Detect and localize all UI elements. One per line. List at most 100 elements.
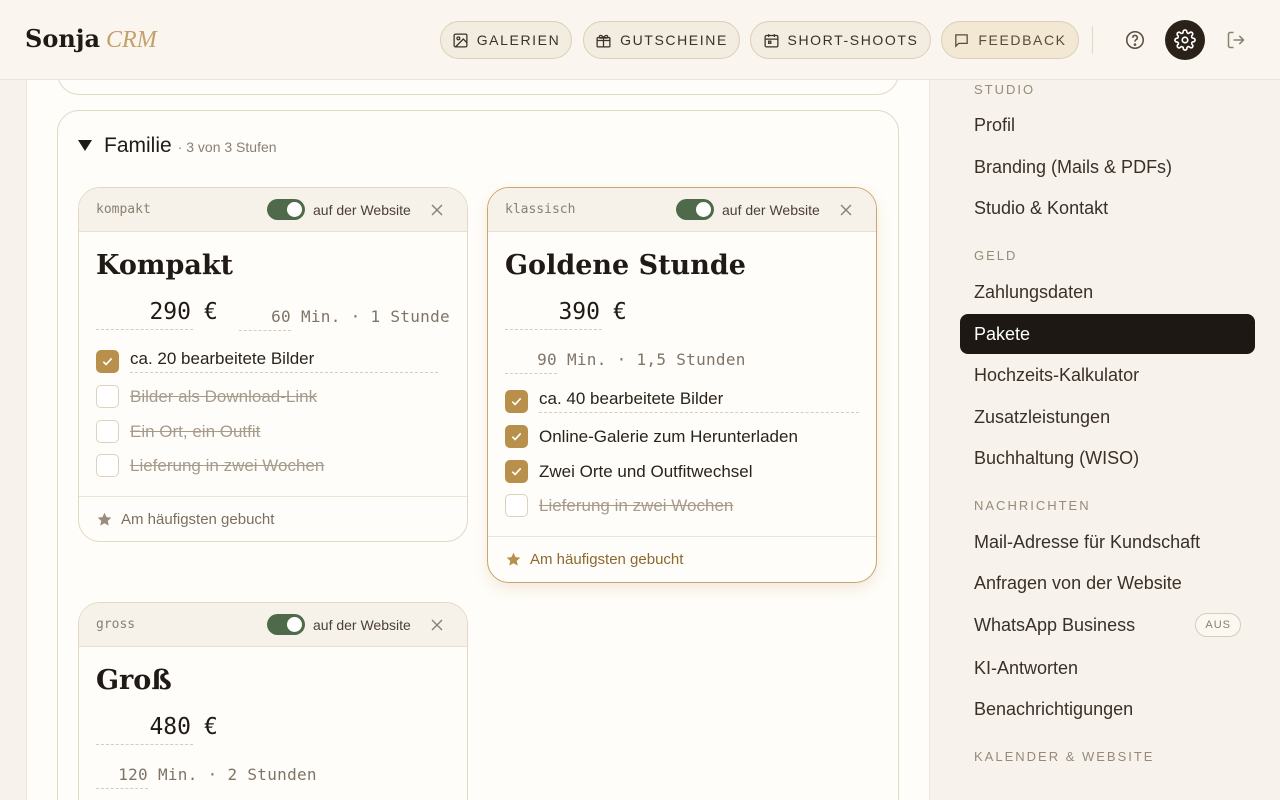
- price-input[interactable]: 390: [505, 299, 602, 330]
- website-toggle[interactable]: [267, 199, 305, 220]
- feature-checkbox[interactable]: [96, 454, 119, 477]
- sidebar-item-label: Zahlungsdaten: [974, 282, 1094, 302]
- nav-gutscheine-button[interactable]: GUTSCHEINE: [583, 21, 740, 59]
- feature-text[interactable]: Online-Galerie zum Herunterladen: [539, 427, 798, 447]
- feature-checkbox[interactable]: [505, 494, 528, 517]
- package-slug[interactable]: kompakt: [96, 202, 151, 217]
- sidebar-item-zusatzleistungen[interactable]: Zusatzleistungen: [960, 397, 1255, 437]
- feature-text[interactable]: Zwei Orte und Outfitwechsel: [539, 462, 753, 482]
- feature-text[interactable]: ca. 20 bearbeitete Bilder: [130, 349, 438, 373]
- package-card-header: klassisch auf der Website: [488, 188, 876, 232]
- sidebar-item-buchhaltung[interactable]: Buchhaltung (WISO): [960, 438, 1255, 478]
- nav-short-shoots-button[interactable]: SHORT-SHOOTS: [750, 21, 931, 59]
- settings-sidebar: STUDIO Profil Branding (Mails & PDFs) St…: [931, 80, 1280, 800]
- package-footer[interactable]: Am häufigsten gebucht: [79, 496, 467, 541]
- feature-text[interactable]: Lieferung in zwei Wochen: [130, 456, 324, 476]
- check-icon: [511, 397, 522, 406]
- sidebar-section-nachrichten: NACHRICHTEN: [974, 498, 1091, 513]
- price-input[interactable]: 480: [96, 714, 193, 745]
- feature-item: Zwei Orte und Outfitwechsel: [505, 460, 753, 483]
- feature-checkbox[interactable]: [505, 425, 528, 448]
- check-icon: [102, 357, 113, 366]
- package-footer[interactable]: Am häufigsten gebucht: [488, 536, 876, 582]
- nav-galerien-button[interactable]: GALERIEN: [440, 21, 572, 59]
- feature-checkbox[interactable]: [96, 385, 119, 408]
- package-name[interactable]: Goldene Stunde: [505, 250, 746, 281]
- package-price: 290 €: [96, 299, 218, 330]
- sidebar-item-hochzeits-kalkulator[interactable]: Hochzeits-Kalkulator: [960, 355, 1255, 395]
- package-card-klassisch: klassisch auf der Website Goldene Stunde…: [487, 187, 877, 583]
- hours-label: · 2 Stunden: [207, 765, 317, 784]
- brand-name: Sonja: [25, 24, 101, 53]
- most-booked-label: Am häufigsten gebucht: [121, 511, 275, 528]
- package-slug[interactable]: gross: [96, 617, 135, 632]
- sidebar-item-anfragen[interactable]: Anfragen von der Website: [960, 563, 1255, 603]
- caret-down-icon[interactable]: [78, 140, 92, 151]
- feature-item: Online-Galerie zum Herunterladen: [505, 425, 798, 448]
- group-title: Familie: [104, 134, 172, 157]
- feature-text[interactable]: Ein Ort, ein Outfit: [130, 422, 260, 442]
- sidebar-item-label: Pakete: [974, 324, 1031, 344]
- sidebar-item-label: WhatsApp Business: [974, 615, 1136, 635]
- minutes-unit: Min.: [157, 765, 198, 784]
- sidebar-item-label: Mail-Adresse für Kundschaft: [974, 532, 1201, 552]
- close-icon[interactable]: [429, 617, 445, 633]
- sidebar-item-pakete[interactable]: Pakete: [960, 314, 1255, 354]
- sidebar-item-label: Profil: [974, 115, 1016, 135]
- gift-icon: [596, 34, 611, 48]
- sidebar-item-mail-adresse[interactable]: Mail-Adresse für Kundschaft: [960, 522, 1255, 562]
- nav-feedback-label: FEEDBACK: [978, 32, 1067, 48]
- sidebar-section-kalender-website: KALENDER & WEBSITE: [974, 749, 1155, 764]
- sidebar-item-benachrichtigungen[interactable]: Benachrichtigungen: [960, 689, 1255, 729]
- sidebar-item-profil[interactable]: Profil: [960, 105, 1255, 145]
- feature-text[interactable]: ca. 40 bearbeitete Bilder: [539, 389, 859, 413]
- nav-short-shoots-label: SHORT-SHOOTS: [787, 32, 919, 48]
- feature-checkbox[interactable]: [96, 420, 119, 443]
- brand-sub: CRM: [106, 27, 157, 53]
- sidebar-item-label: KI-Antworten: [974, 658, 1079, 678]
- currency-symbol: €: [204, 299, 218, 325]
- website-toggle[interactable]: [267, 614, 305, 635]
- close-icon[interactable]: [429, 202, 445, 218]
- package-price: 390 €: [505, 299, 627, 330]
- feature-item: Lieferung in zwei Wochen: [505, 494, 733, 517]
- website-toggle[interactable]: [676, 199, 714, 220]
- logout-button[interactable]: [1221, 25, 1251, 55]
- settings-button[interactable]: [1165, 20, 1205, 60]
- package-name[interactable]: Groß: [96, 665, 172, 696]
- sidebar-item-ki-antworten[interactable]: KI-Antworten: [960, 648, 1255, 688]
- help-button[interactable]: [1120, 25, 1150, 55]
- sidebar-item-zahlungsdaten[interactable]: Zahlungsdaten: [960, 272, 1255, 312]
- price-input[interactable]: 290: [96, 299, 193, 330]
- image-icon: [453, 32, 468, 48]
- minutes-input[interactable]: 60: [239, 307, 291, 331]
- package-name[interactable]: Kompakt: [96, 250, 233, 281]
- package-card-header: gross auf der Website: [79, 603, 467, 647]
- minutes-input[interactable]: 90: [505, 350, 557, 374]
- package-card-gross: gross auf der Website Groß 480 € 120 Min.…: [78, 602, 468, 800]
- sidebar-item-studio-kontakt[interactable]: Studio & Kontakt: [960, 188, 1255, 228]
- sidebar-item-whatsapp[interactable]: WhatsApp Business AUS: [960, 605, 1255, 645]
- sidebar-item-label: Anfragen von der Website: [974, 573, 1182, 593]
- close-icon[interactable]: [838, 202, 854, 218]
- nav-feedback-button[interactable]: FEEDBACK: [941, 21, 1079, 59]
- group-header[interactable]: Familie · 3 von 3 Stufen: [78, 134, 277, 158]
- package-card-kompakt: kompakt auf der Website Kompakt 290 € 60 …: [78, 187, 468, 542]
- website-toggle-label: auf der Website: [313, 202, 411, 218]
- top-bar: Sonja CRM GALERIEN GUTSCHEINE SHORT-SHOOT…: [0, 0, 1280, 80]
- feature-checkbox[interactable]: [96, 349, 119, 373]
- sidebar-item-label: Branding (Mails & PDFs): [974, 157, 1173, 177]
- sidebar-item-label: Buchhaltung (WISO): [974, 448, 1140, 468]
- feature-text[interactable]: Lieferung in zwei Wochen: [539, 496, 733, 516]
- package-duration: 60 Min. · 1 Stunde: [239, 307, 450, 331]
- header-divider: [1092, 26, 1093, 54]
- feature-text[interactable]: Bilder als Download-Link: [130, 387, 317, 407]
- status-badge: AUS: [1195, 613, 1241, 637]
- brand-logo[interactable]: Sonja CRM: [25, 24, 157, 54]
- feature-checkbox[interactable]: [505, 460, 528, 483]
- package-slug[interactable]: klassisch: [505, 202, 575, 217]
- feature-item: Bilder als Download-Link: [96, 385, 317, 408]
- feature-checkbox[interactable]: [505, 389, 528, 413]
- sidebar-item-branding[interactable]: Branding (Mails & PDFs): [960, 147, 1255, 187]
- minutes-input[interactable]: 120: [96, 765, 148, 789]
